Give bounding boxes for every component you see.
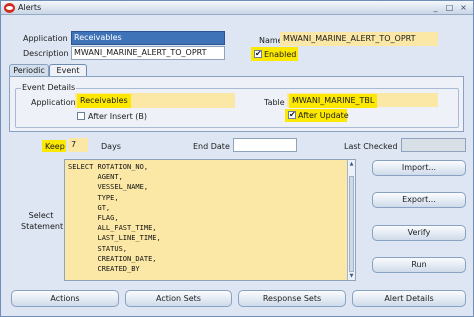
window-controls: _ □ × (430, 3, 469, 13)
table-label: Table (264, 98, 285, 107)
scroll-up-icon[interactable]: ▲ (349, 161, 354, 167)
sql-line: STATUS, (68, 244, 128, 253)
tab-event[interactable]: Event (49, 64, 87, 76)
tab-periodic[interactable]: Periodic (9, 64, 49, 76)
select-statement-label: Select Statement (21, 211, 64, 231)
keep-field[interactable]: 7 (68, 138, 88, 152)
description-field[interactable]: MWANI_MARINE_ALERT_TO_OPRT (71, 46, 225, 60)
enabled-label: Enabled (264, 50, 297, 59)
keep-label: Keep (45, 142, 65, 151)
after-update-checkbox[interactable] (288, 110, 296, 119)
response-sets-button[interactable]: Response Sets (238, 290, 346, 307)
oracle-logo-icon (4, 3, 15, 13)
event-application-field[interactable]: Receivables (77, 94, 131, 108)
title-bar: Alerts _ □ × (1, 1, 473, 15)
sql-line: GT, (68, 203, 111, 212)
scroll-thumb[interactable] (349, 176, 354, 272)
minimize-icon[interactable]: _ (430, 3, 441, 13)
sql-line: CREATION_DATE, (68, 254, 157, 263)
name-field[interactable]: MWANI_MARINE_ALERT_TO_OPRT (280, 32, 438, 46)
enabled-checkbox[interactable] (254, 49, 262, 58)
sql-line: ALL_FAST_TIME, (68, 224, 157, 233)
action-sets-button[interactable]: Action Sets (125, 290, 232, 307)
last-checked-field (401, 138, 466, 152)
application-field[interactable]: Receivables (71, 31, 225, 45)
sql-line: TYPE, (68, 193, 119, 202)
vertical-scrollbar[interactable]: ▲ ▼ (347, 160, 355, 280)
description-label: Description (23, 49, 69, 58)
application-label: Application (23, 34, 68, 43)
alert-details-button[interactable]: Alert Details (352, 290, 466, 307)
sql-line: SELECT ROTATION_NO, (68, 163, 149, 171)
sql-line: CREATED_BY (68, 265, 140, 274)
export-button[interactable]: Export... (372, 192, 466, 208)
sql-line: AGENT, (68, 173, 123, 182)
sql-line: FLAG, (68, 214, 119, 223)
table-field[interactable]: MWANI_MARINE_TBL (289, 94, 377, 108)
sql-text: SELECT ROTATION_NO, AGENT, VESSEL_NAME, … (68, 162, 161, 274)
last-checked-label: Last Checked (344, 142, 398, 151)
event-application-label: Application (31, 98, 76, 107)
run-button[interactable]: Run (372, 257, 466, 273)
window-title: Alerts (18, 3, 42, 12)
end-date-label: End Date (193, 142, 230, 151)
after-update-label: After Update (298, 111, 349, 120)
sql-line: LAST_LINE_TIME, (68, 234, 161, 243)
sql-line: VESSEL_NAME, (68, 183, 149, 192)
scroll-down-icon[interactable]: ▼ (349, 273, 354, 279)
verify-button[interactable]: Verify (372, 225, 466, 241)
select-statement-textarea[interactable]: SELECT ROTATION_NO, AGENT, VESSEL_NAME, … (64, 159, 356, 281)
after-insert-label: After Insert (B) (88, 112, 147, 121)
maximize-icon[interactable]: □ (444, 3, 455, 13)
alerts-window: Alerts _ □ × Application Receivables Des… (0, 0, 474, 317)
keep-unit-label: Days (101, 142, 121, 151)
end-date-field[interactable] (233, 138, 297, 152)
event-details-heading: Event Details (21, 83, 77, 92)
actions-button[interactable]: Actions (11, 290, 119, 307)
close-icon[interactable]: × (458, 3, 469, 13)
import-button[interactable]: Import... (372, 160, 466, 176)
after-insert-checkbox[interactable] (77, 112, 85, 120)
